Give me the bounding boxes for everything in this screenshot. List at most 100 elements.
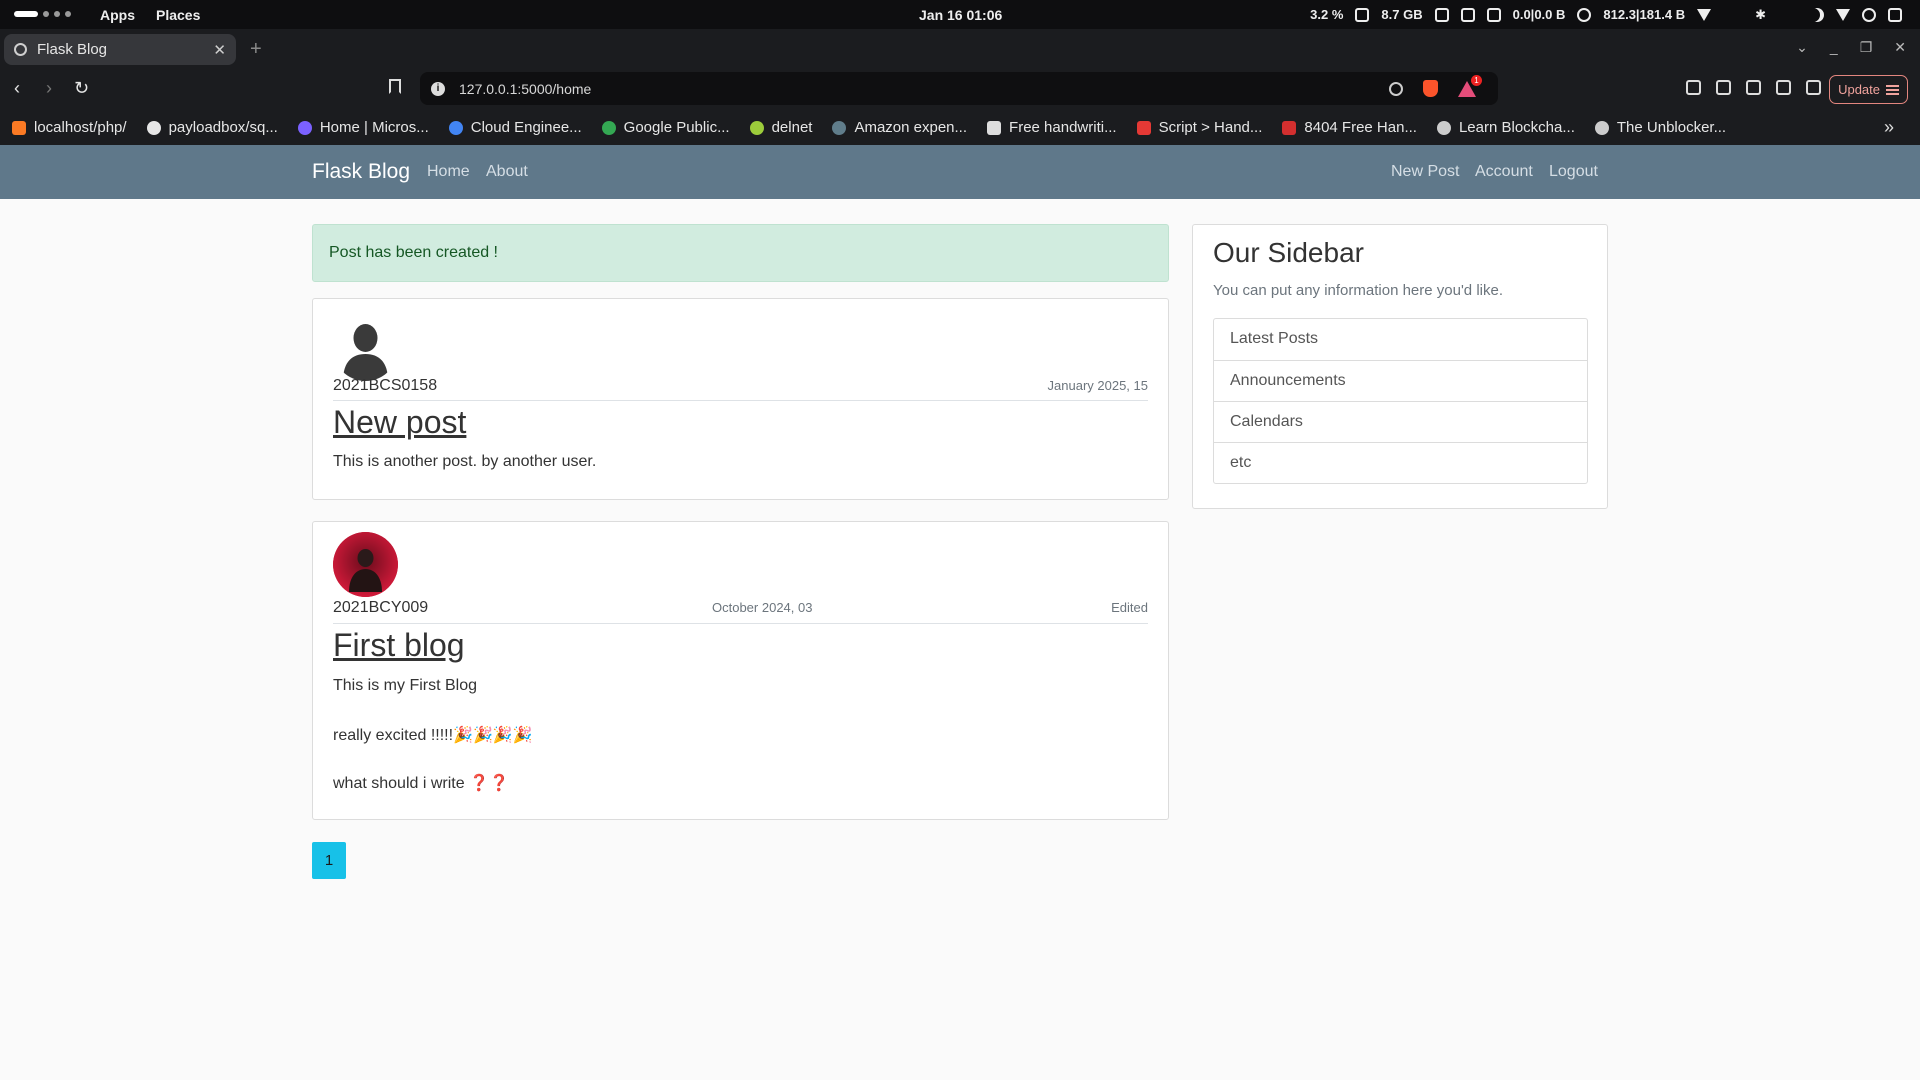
workspace-dot[interactable]	[43, 11, 49, 17]
script-icon	[1136, 120, 1151, 135]
post-title-link[interactable]: New post	[333, 404, 466, 441]
font-icon	[1282, 120, 1297, 135]
post-title-link[interactable]: First blog	[333, 627, 465, 664]
update-button[interactable]: Update	[1829, 75, 1908, 104]
bookmark-item[interactable]: Learn Blockcha...	[1436, 119, 1575, 136]
brave-rewards-icon[interactable]: 1	[1458, 74, 1482, 97]
url-text[interactable]: 127.0.0.1:5000/home	[459, 81, 591, 97]
google-cloud-icon	[448, 120, 463, 135]
nav-home-link[interactable]: Home	[427, 163, 470, 181]
post-content-line: really excited !!!!!🎉🎉🎉🎉	[333, 727, 533, 744]
author-avatar[interactable]	[333, 532, 398, 597]
power-icon	[1888, 7, 1902, 22]
memory-icon	[1434, 7, 1449, 22]
leo-ai-icon[interactable]	[1776, 80, 1791, 95]
bluetooth-icon: ✱	[1755, 6, 1766, 22]
sidebar-text: You can put any information here you'd l…	[1213, 282, 1503, 299]
post-content: This is another post. by another user.	[333, 453, 597, 470]
bookmark-item[interactable]: Google Public...	[601, 119, 730, 136]
close-tab-icon[interactable]: ✕	[213, 41, 226, 59]
wallet-icon[interactable]	[1746, 80, 1761, 95]
site-info-icon[interactable]: i	[431, 81, 445, 96]
bookmark-item[interactable]: payloadbox/sq...	[146, 119, 278, 136]
night-light-icon	[1810, 8, 1824, 22]
xampp-icon	[12, 120, 26, 135]
workspace-indicator[interactable]	[14, 11, 71, 17]
network-readout: 812.3|181.4 B	[1603, 7, 1686, 22]
tab-flask-blog[interactable]: Flask Blog ✕	[4, 34, 236, 65]
restore-icon[interactable]: ❐	[1860, 39, 1873, 56]
globe-icon	[1436, 120, 1451, 135]
author-avatar[interactable]	[333, 316, 398, 381]
nav-logout-link[interactable]: Logout	[1549, 163, 1598, 181]
tab-strip: Flask Blog ✕ + ⌄ _ ❐ ✕	[0, 29, 1920, 69]
bookmark-item[interactable]: Free handwriti...	[987, 119, 1117, 136]
divider	[333, 623, 1148, 624]
tab-title: Flask Blog	[37, 41, 108, 58]
forward-icon[interactable]: ›	[46, 78, 52, 99]
bookmarks-bar: localhost/php/ payloadbox/sq... Home | M…	[0, 110, 1920, 145]
places-menu[interactable]: Places	[156, 7, 200, 23]
bookmark-icon[interactable]	[389, 79, 401, 94]
vpn-icon[interactable]	[1806, 80, 1821, 95]
site-brand[interactable]: Flask Blog	[312, 160, 410, 184]
globe-icon	[14, 43, 27, 56]
more-bookmarks-icon[interactable]: »	[1884, 117, 1894, 138]
workspace-active-dot[interactable]	[14, 11, 38, 17]
post-card: 2021BCY009 October 2024, 03 Edited First…	[312, 521, 1169, 820]
sidebar-list: Latest Posts Announcements Calendars etc	[1213, 318, 1588, 484]
post-card: 2021BCS0158 January 2025, 15 New post Th…	[312, 298, 1169, 500]
bookmark-item[interactable]: Amazon expen...	[832, 119, 967, 136]
bookmark-item[interactable]: Cloud Enginee...	[448, 119, 582, 136]
sidebar-item-announcements[interactable]: Announcements	[1214, 360, 1587, 401]
new-tab-icon[interactable]: +	[250, 38, 262, 61]
wifi-status-icon	[1836, 8, 1850, 21]
sidebar-toggle-icon[interactable]	[1716, 80, 1731, 95]
system-top-bar: Apps Places Jan 16 01:06 3.2 % 8.7 GB 0.…	[0, 0, 1920, 29]
bookmark-item[interactable]: The Unblocker...	[1594, 119, 1726, 136]
page-content: Flask Blog Home About New Post Account L…	[0, 145, 1920, 1080]
apps-menu[interactable]: Apps	[100, 7, 135, 23]
amazon-icon	[832, 120, 847, 135]
bookmark-item[interactable]: Home | Micros...	[297, 119, 429, 136]
reload-icon[interactable]: ↻	[74, 78, 89, 99]
disk-io-icon	[1486, 7, 1501, 22]
bookmark-item[interactable]: localhost/php/	[12, 119, 127, 136]
clock[interactable]: Jan 16 01:06	[919, 7, 1002, 23]
back-icon[interactable]: ‹	[14, 78, 20, 99]
rewards-badge: 1	[1471, 74, 1482, 86]
address-bar[interactable]: i 127.0.0.1:5000/home 1	[420, 72, 1498, 105]
workspace-dot[interactable]	[65, 11, 71, 17]
site-navbar: Flask Blog Home About New Post Account L…	[0, 145, 1920, 199]
nav-account-link[interactable]: Account	[1475, 163, 1533, 181]
pagination-page-1[interactable]: 1	[312, 842, 346, 879]
network-icon	[1577, 7, 1592, 22]
bookmark-item[interactable]: 8404 Free Han...	[1282, 119, 1417, 136]
post-author-link[interactable]: 2021BCY009	[333, 599, 428, 617]
extensions-icon[interactable]	[1686, 80, 1701, 95]
minimize-icon[interactable]: _	[1830, 39, 1838, 56]
menu-icon	[1886, 84, 1899, 95]
cpu-icon	[1355, 7, 1370, 22]
nav-new-post-link[interactable]: New Post	[1391, 163, 1459, 181]
post-author-link[interactable]: 2021BCS0158	[333, 377, 437, 395]
github-icon	[146, 120, 161, 135]
brave-shields-icon[interactable]	[1423, 80, 1438, 97]
tab-search-icon[interactable]: ⌄	[1796, 39, 1808, 56]
sidebar-item-latest-posts[interactable]: Latest Posts	[1214, 319, 1587, 360]
sidebar-item-calendars[interactable]: Calendars	[1214, 401, 1587, 442]
google-icon	[601, 120, 616, 135]
close-window-icon[interactable]: ✕	[1894, 39, 1906, 56]
update-label: Update	[1838, 82, 1880, 97]
sidebar-item-etc[interactable]: etc	[1214, 442, 1587, 483]
post-date: October 2024, 03	[712, 600, 813, 615]
volume-muted-icon	[1862, 7, 1876, 22]
workspace-dot[interactable]	[54, 11, 60, 17]
nav-about-link[interactable]: About	[486, 163, 528, 181]
bookmark-item[interactable]: Script > Hand...	[1136, 119, 1262, 136]
system-status-area[interactable]: 3.2 % 8.7 GB 0.0|0.0 B 812.3|181.4 B ✱	[1310, 0, 1902, 29]
share-icon[interactable]	[1389, 81, 1403, 96]
bookmark-item[interactable]: delnet	[749, 119, 812, 136]
success-alert: Post has been created !	[312, 224, 1169, 282]
sidebar-card: Our Sidebar You can put any information …	[1192, 224, 1608, 509]
